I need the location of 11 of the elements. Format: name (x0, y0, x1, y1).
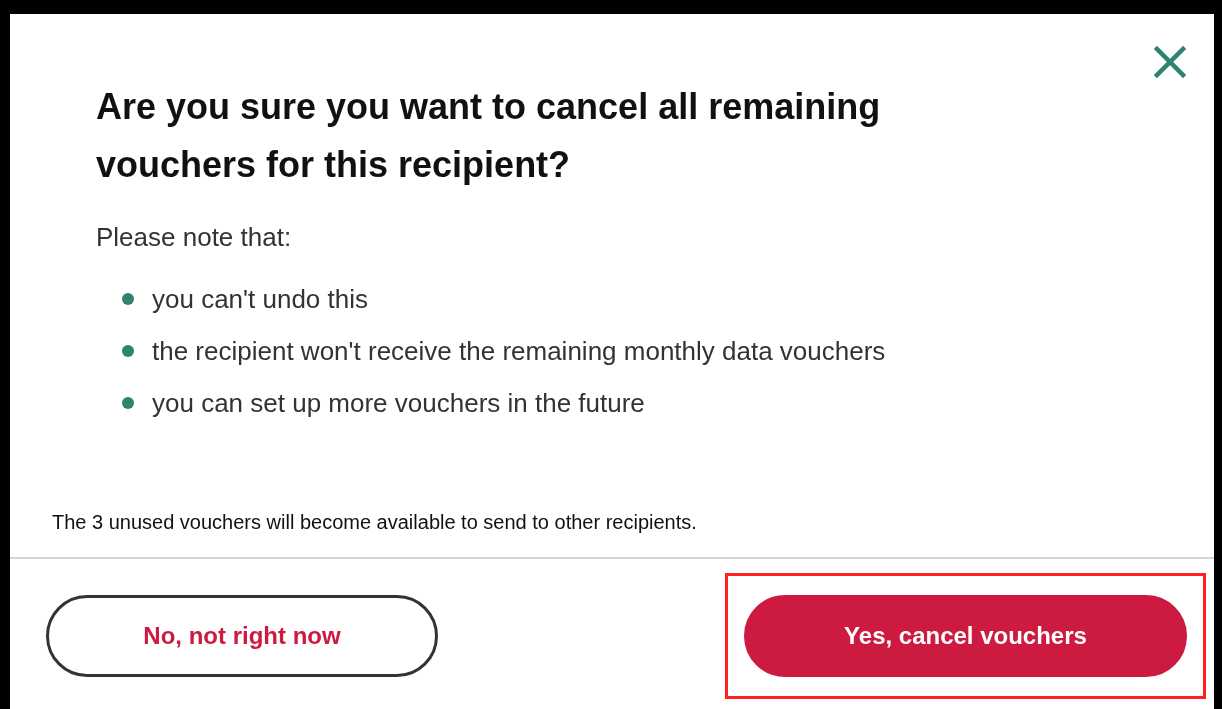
bullet-icon (122, 345, 134, 357)
cancel-button[interactable]: No, not right now (46, 595, 438, 677)
bullet-text: you can't undo this (152, 283, 368, 315)
bullet-icon (122, 293, 134, 305)
note-text: The 3 unused vouchers will become available to send to other recipients. (51, 510, 698, 535)
intro-text: Please note that: (95, 221, 293, 254)
dialog-title: Are you sure you want to cancel all remaining vouchers for this recipient? (96, 85, 882, 187)
bullet-text: you can set up more vouchers in the future (152, 387, 645, 419)
bullet-text: the recipient won't receive the remaining monthly data vouchers (152, 335, 886, 367)
confirm-button[interactable]: Yes, cancel vouchers (744, 595, 1187, 677)
bullet-icon (122, 397, 134, 409)
